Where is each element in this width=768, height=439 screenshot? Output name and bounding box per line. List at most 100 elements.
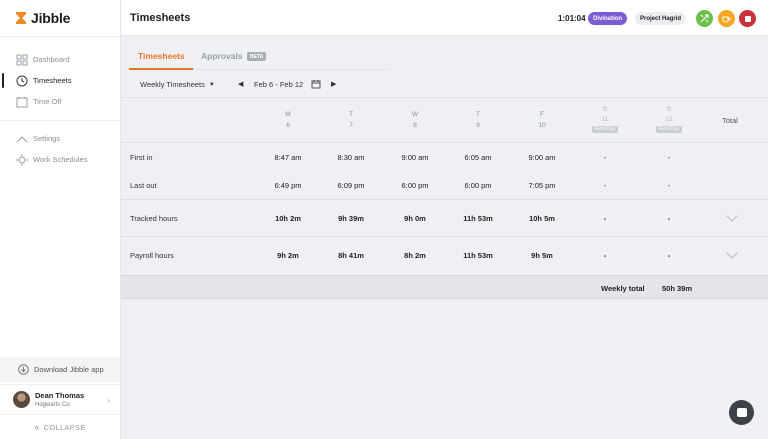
expand-payroll-chevron-icon[interactable] <box>726 247 738 259</box>
sidebar-item-work-schedules[interactable]: Work Schedules <box>0 149 120 170</box>
day-date: 11 <box>601 116 609 123</box>
download-icon <box>18 364 29 375</box>
divider <box>121 199 768 200</box>
table-cell: 7:05 pm <box>528 181 556 190</box>
sidebar-item-label: Work Schedules <box>33 155 88 164</box>
expand-tracked-chevron-icon[interactable] <box>726 210 738 222</box>
jibble-logo[interactable]: Jibble <box>14 10 70 26</box>
next-week-button[interactable]: ▶ <box>331 80 336 88</box>
table-cell: 8:47 am <box>274 153 302 162</box>
rest-day-badge: Rest Day <box>655 126 683 133</box>
view-select[interactable]: Weekly Timesheets ▼ <box>140 80 215 89</box>
weekly-total-value: 50h 39m <box>662 284 693 293</box>
switch-activity-button[interactable] <box>696 10 713 27</box>
prev-week-button[interactable]: ◀ <box>238 80 243 88</box>
column-header: T 9 <box>458 111 498 129</box>
sidebar: Jibble Dashboard Timesheets Time Off Set… <box>0 0 121 439</box>
caret-down-icon: ▼ <box>208 81 215 88</box>
activity-badge[interactable]: Divination <box>588 12 628 25</box>
avatar <box>13 391 30 408</box>
table-cell: 6:09 pm <box>337 181 365 190</box>
column-header: M 6 <box>268 111 308 129</box>
break-button[interactable] <box>718 10 735 27</box>
column-header: W 8 <box>395 111 435 129</box>
table-cell: 9h 39m <box>338 214 364 223</box>
app-name: Jibble <box>31 10 71 26</box>
table-cell: 11h 53m <box>463 251 493 260</box>
switch-icon <box>700 14 709 23</box>
user-org: Hogwarts Co <box>35 402 70 408</box>
top-bar: Timesheets 1:01:04 Divination Project Ha… <box>121 0 768 36</box>
table-cell: 6:05 am <box>464 153 492 162</box>
calendar-icon <box>311 80 321 89</box>
divider <box>121 97 768 98</box>
dashboard-icon <box>16 54 28 66</box>
download-app-link[interactable]: Download Jibble app <box>0 357 120 382</box>
download-label: Download Jibble app <box>34 365 104 374</box>
weekly-total-label: Weekly total <box>601 284 645 293</box>
tab-approvals[interactable]: Approvals <box>201 51 243 61</box>
divider <box>121 236 768 237</box>
tab-timesheets[interactable]: Timesheets <box>138 51 185 61</box>
table-cell: 9:00 am <box>401 153 429 162</box>
view-select-value: Weekly Timesheets <box>140 80 205 89</box>
chat-icon <box>736 408 747 417</box>
day-date: 8 <box>413 122 417 129</box>
table-cell: 11h 53m <box>463 214 493 223</box>
sidebar-item-label: Time Off <box>33 97 62 106</box>
day-date: 10 <box>538 122 546 129</box>
collapse-label: COLLAPSE <box>43 422 86 432</box>
row-label-payroll-hours: Payroll hours <box>130 251 174 260</box>
sidebar-item-label: Settings <box>33 134 61 143</box>
sidebar-item-timesheets[interactable]: Timesheets <box>0 70 120 91</box>
table-cell: 10h 2m <box>275 214 301 223</box>
table-cell: 6:00 pm <box>464 181 492 190</box>
day-date: 6 <box>286 122 290 129</box>
divider <box>0 36 120 37</box>
project-badge[interactable]: Project Hagrid <box>635 12 687 25</box>
timer-display: 1:01:04 <box>558 14 586 23</box>
chat-button[interactable] <box>729 400 754 425</box>
table-cell: 8:30 am <box>337 153 365 162</box>
sidebar-item-dashboard[interactable]: Dashboard <box>0 49 120 70</box>
stop-button[interactable] <box>739 10 756 27</box>
table-cell: 8h 41m <box>338 251 364 260</box>
calendar-picker-button[interactable] <box>311 79 321 91</box>
stop-icon <box>744 15 751 22</box>
day-letter: M <box>285 111 291 118</box>
table-cell: - <box>667 181 671 190</box>
clock-icon <box>16 75 28 87</box>
weekly-total-bar: Weekly total 50h 39m <box>121 275 768 299</box>
table-cell: 6:00 pm <box>401 181 429 190</box>
table-cell: 9h 0m <box>404 214 426 223</box>
column-header: S 11 Rest Day <box>585 106 625 133</box>
calendar-icon <box>16 96 28 108</box>
column-header: F 10 <box>522 111 562 129</box>
table-cell: - <box>603 214 607 223</box>
table-cell: 8h 2m <box>404 251 426 260</box>
table-cell: 10h 5m <box>529 214 555 223</box>
table-cell: - <box>603 153 607 162</box>
chevron-right-icon: › <box>107 396 110 405</box>
sidebar-item-time-off[interactable]: Time Off <box>0 91 120 112</box>
secondary-nav: Settings Work Schedules <box>0 128 120 170</box>
table-cell: - <box>667 251 671 260</box>
table-cell: - <box>667 153 671 162</box>
user-profile[interactable]: Dean Thomas Hogwarts Co › <box>0 384 120 414</box>
main-nav: Dashboard Timesheets Time Off <box>0 49 120 112</box>
day-date: 7 <box>349 122 353 129</box>
settings-icon <box>16 133 28 145</box>
sidebar-item-settings[interactable]: Settings <box>0 128 120 149</box>
column-header: T 7 <box>331 111 371 129</box>
row-label-first-in: First in <box>130 153 153 162</box>
table-cell: 9h 2m <box>277 251 299 260</box>
tab-bar: Timesheets Approvals BETA <box>121 36 768 70</box>
sidebar-item-label: Timesheets <box>33 76 72 85</box>
row-label-last-out: Last out <box>130 181 157 190</box>
page-title: Timesheets <box>130 12 191 24</box>
column-header: S 12 Rest Day <box>649 106 689 133</box>
collapse-button[interactable]: « COLLAPSE <box>0 414 120 439</box>
table-cell: - <box>603 181 607 190</box>
divider <box>121 142 768 143</box>
schedule-icon <box>16 153 28 166</box>
